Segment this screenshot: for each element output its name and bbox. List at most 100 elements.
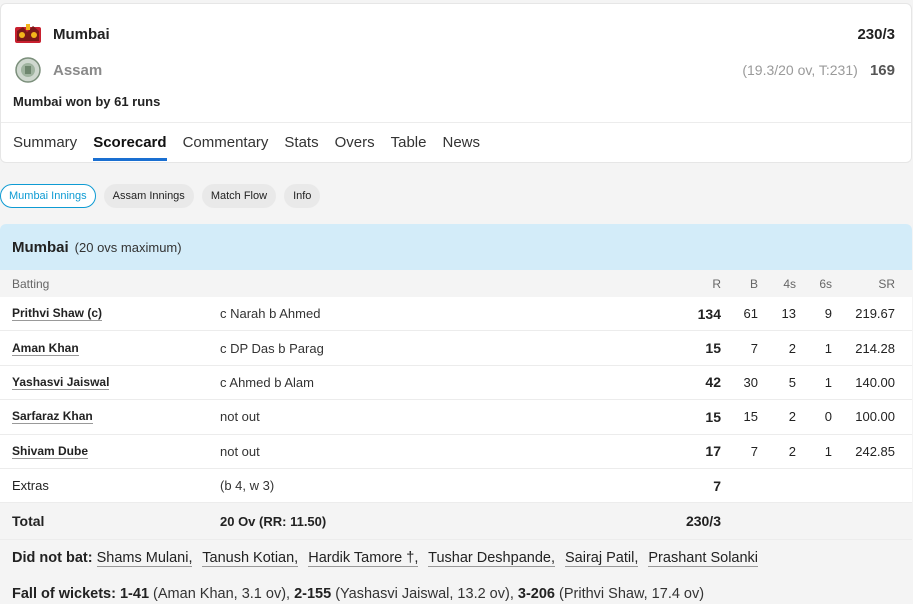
strike-rate: 219.67 [855,306,895,322]
total-row: Total 20 Ov (RR: 11.50) 230/3 [0,503,912,541]
header-r: R [712,276,721,291]
tab-news[interactable]: News [442,132,480,161]
innings-header: Mumbai (20 ovs maximum) [0,224,912,270]
tab-scorecard[interactable]: Scorecard [93,132,167,161]
did-not-bat-label: Did not bat: [12,550,93,566]
sixes: 1 [824,340,832,356]
pill-match-flow[interactable]: Match Flow [201,184,277,208]
fow-detail: (Prithvi Shaw, 17.4 ov) [559,586,705,602]
team2-score: 169 [869,61,895,79]
fours: 2 [788,443,796,459]
tab-commentary[interactable]: Commentary [183,132,269,161]
fall-of-wickets: Fall of wickets: 1-41 (Aman Khan, 3.1 ov… [12,586,704,602]
team1-row[interactable]: Mumbai 230/3 [13,22,895,46]
header-divider [1,122,911,123]
table-row: Aman Khan c DP Das b Parag 15 7 2 1 214.… [0,331,912,366]
tab-summary[interactable]: Summary [13,132,77,161]
balls: 61 [743,306,758,322]
header-6s: 6s [819,276,832,291]
pill-info[interactable]: Info [284,184,321,208]
dismissal: not out [220,409,260,425]
balls: 15 [743,409,758,425]
table-row: Sarfaraz Khan not out 15 15 2 0 100.00 [0,400,912,435]
fours: 2 [788,409,796,425]
fow-score: 2-155 [294,586,332,602]
pill-assam-innings[interactable]: Assam Innings [103,184,194,208]
match-result: Mumbai won by 61 runs [13,94,161,109]
batter-name-link[interactable]: Aman Khan [12,341,79,356]
runs: 15 [705,340,721,357]
innings-title: Mumbai [12,238,69,256]
fow-score: 1-41 [119,586,150,602]
fow-score: 3-206 [517,586,555,602]
header-4s: 4s [783,276,796,291]
fow-detail: (Aman Khan, 3.1 ov), [153,586,291,602]
player-link[interactable]: Tushar Deshpande, [428,550,555,567]
team1-score: 230/3 [857,25,895,43]
fow-detail: (Yashasvi Jaiswal, 13.2 ov), [335,586,514,602]
innings-subtitle: (20 ovs maximum) [74,239,182,255]
dismissal: c DP Das b Parag [220,340,324,356]
sixes: 1 [824,443,832,459]
total-label: Total [12,513,45,530]
pill-mumbai-innings[interactable]: Mumbai Innings [0,184,96,208]
fow-label: Fall of wickets: [12,586,116,602]
dismissal: c Narah b Ahmed [220,306,321,322]
player-link[interactable]: Hardik Tamore †, [308,550,419,567]
strike-rate: 100.00 [855,409,895,425]
header-batting: Batting [12,276,50,291]
team2-score-group: (19.3/20 ov, T:231) 169 [742,62,895,79]
balls: 30 [743,374,758,390]
balls: 7 [750,443,758,459]
extras-value: 7 [713,477,721,494]
extras-detail: (b 4, w 3) [220,478,275,494]
runs: 134 [697,305,721,322]
total-detail: 20 Ov (RR: 11.50) [220,513,327,529]
team2-name: Assam [53,61,103,79]
runs: 15 [705,408,721,425]
team1-name: Mumbai [53,25,110,43]
table-row: Prithvi Shaw (c) c Narah b Ahmed 134 61 … [0,297,912,332]
extras-label: Extras [12,478,49,494]
match-header-card: Mumbai 230/3 Assam (19.3/20 ov, T:231) 1… [0,3,912,163]
batter-name-link[interactable]: Shivam Dube [12,444,89,459]
assam-crest-icon [13,56,43,84]
sixes: 9 [824,306,832,322]
player-link[interactable]: Prashant Solanki [648,550,759,567]
sixes: 0 [824,409,832,425]
header-b: B [749,276,758,291]
batter-name-link[interactable]: Yashasvi Jaiswal [12,375,110,390]
batting-table: Batting R B 4s 6s SR Prithvi Shaw (c) c … [0,270,912,541]
tab-overs[interactable]: Overs [335,132,375,161]
dismissal: c Ahmed b Alam [220,374,314,390]
strike-rate: 242.85 [855,443,895,459]
total-value: 230/3 [685,513,721,530]
table-header-row: Batting R B 4s 6s SR [0,270,912,297]
sixes: 1 [824,374,832,390]
tab-table[interactable]: Table [391,132,427,161]
tab-stats[interactable]: Stats [284,132,318,161]
fours: 5 [788,374,796,390]
strike-rate: 140.00 [855,374,895,390]
extras-row: Extras (b 4, w 3) 7 [0,469,912,504]
player-link[interactable]: Tanush Kotian, [202,550,299,567]
runs: 17 [705,443,721,460]
balls: 7 [750,340,758,356]
fours: 13 [781,306,796,322]
fours: 2 [788,340,796,356]
match-tabs: Summary Scorecard Commentary Stats Overs… [13,132,496,161]
table-row: Shivam Dube not out 17 7 2 1 242.85 [0,435,912,469]
player-link[interactable]: Shams Mulani, [96,550,193,567]
team2-row[interactable]: Assam (19.3/20 ov, T:231) 169 [13,56,895,84]
mumbai-crest-icon [13,20,43,48]
strike-rate: 214.28 [855,340,895,356]
team2-overs-info: (19.3/20 ov, T:231) [742,61,858,78]
table-row: Yashasvi Jaiswal c Ahmed b Alam 42 30 5 … [0,366,912,401]
batter-name-link[interactable]: Sarfaraz Khan [12,409,93,425]
batter-name-link[interactable]: Prithvi Shaw (c) [12,306,103,322]
dismissal: not out [220,443,260,459]
player-link[interactable]: Sairaj Patil, [565,550,639,567]
runs: 42 [705,374,721,391]
did-not-bat: Did not bat: Shams Mulani, Tanush Kotian… [12,550,764,567]
innings-selector: Mumbai Innings Assam Innings Match Flow … [0,184,321,208]
